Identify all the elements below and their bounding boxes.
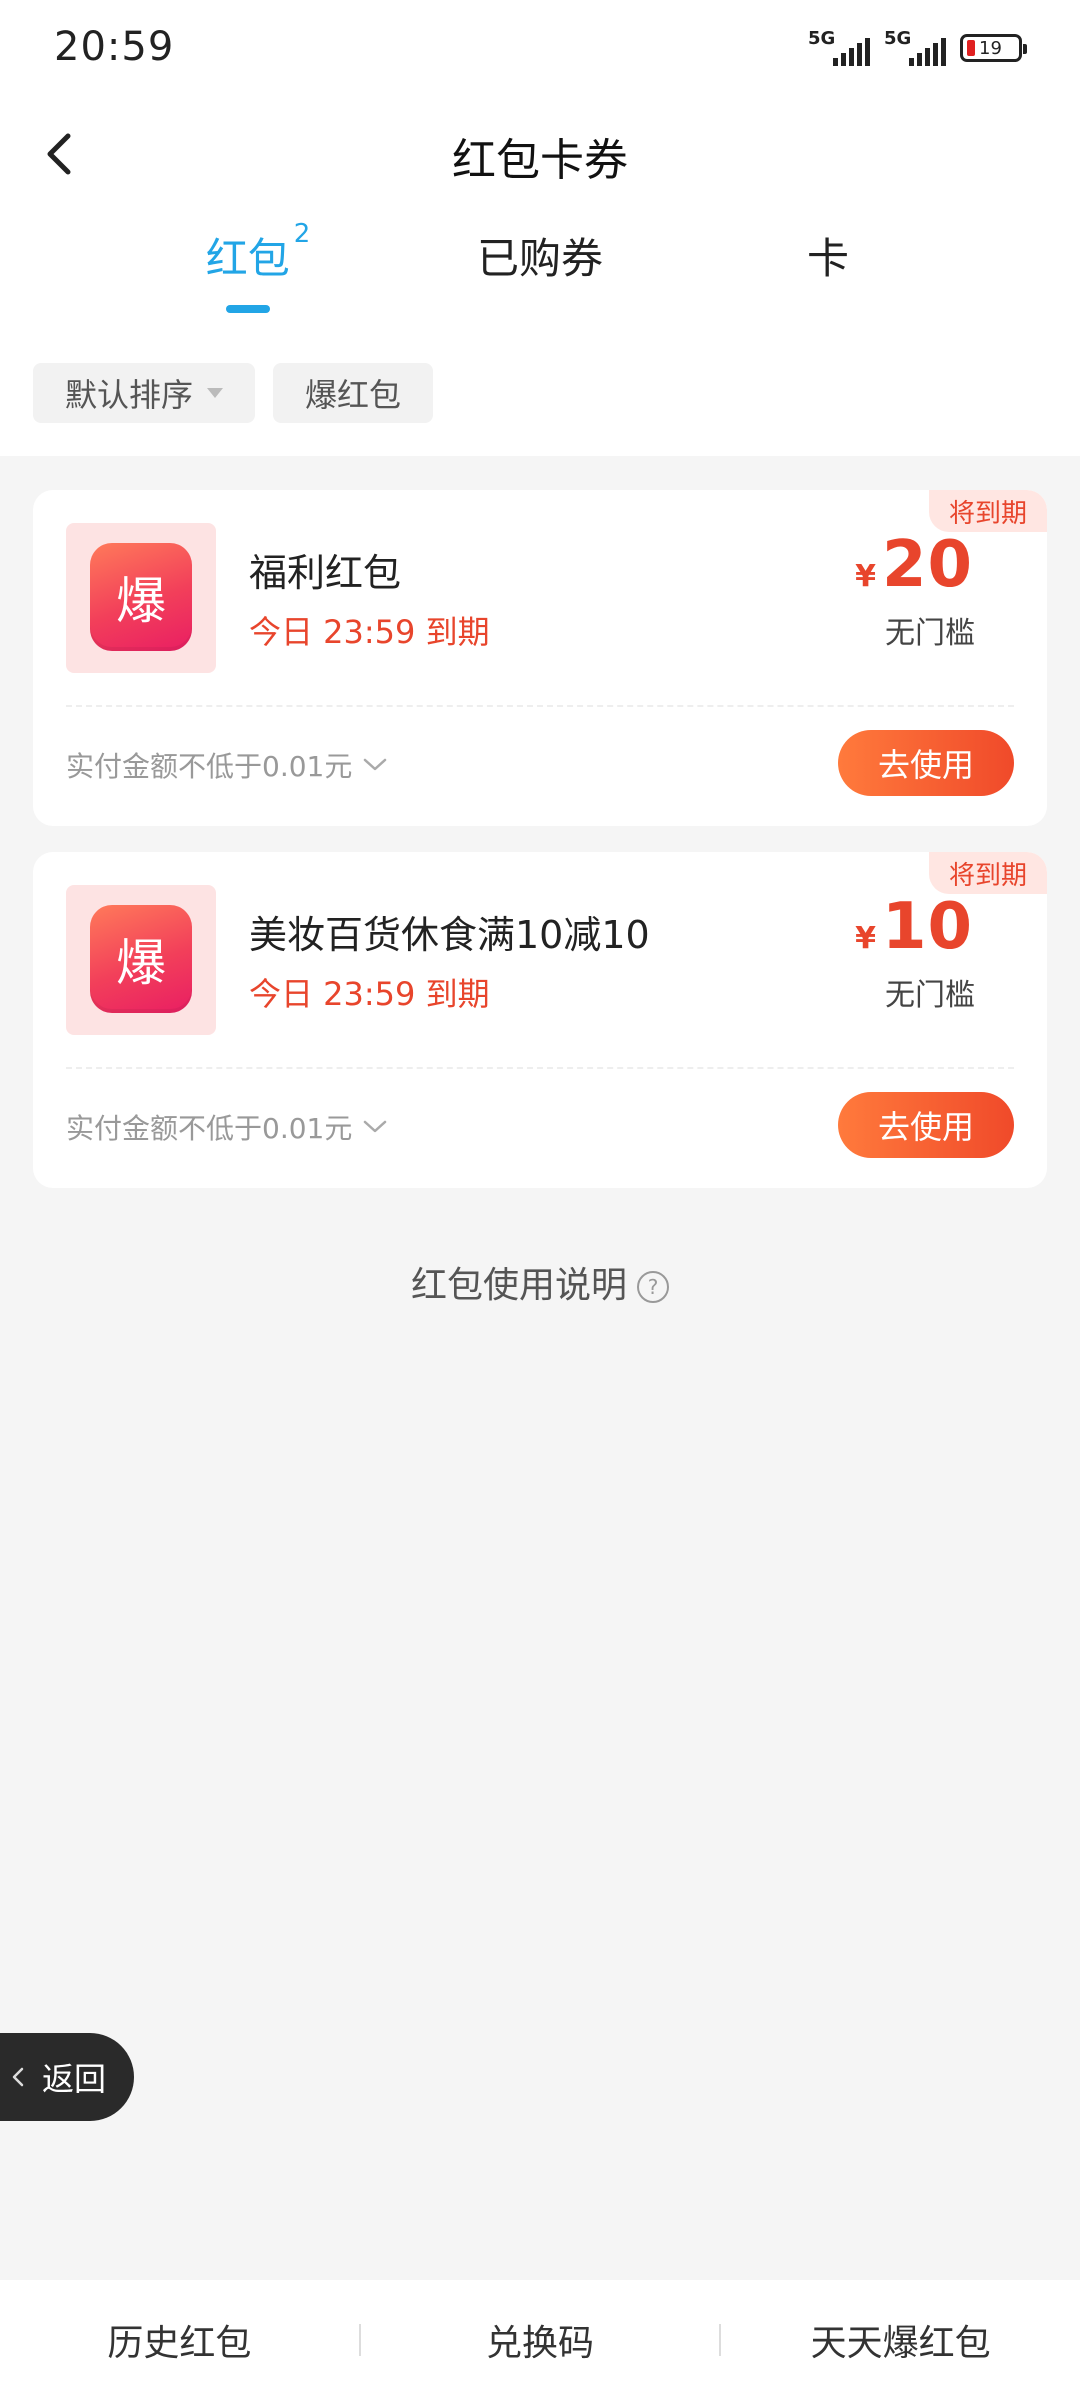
status-icons: 5G 5G 19: [808, 28, 1027, 68]
caret-down-icon: [207, 388, 224, 398]
coupon-amount: ¥10: [855, 890, 973, 964]
coupon-condition[interactable]: 实付金额不低于0.01元: [66, 745, 388, 785]
tab-label: 已购券: [476, 234, 604, 283]
usage-instructions-link[interactable]: 红包使用说明?: [0, 1256, 1080, 1308]
status-time: 20:59: [54, 24, 175, 70]
use-button[interactable]: 去使用: [838, 1092, 1014, 1158]
tab-indicator: [226, 305, 270, 313]
battery-level: 19: [979, 37, 1002, 59]
coupon-threshold: 无门槛: [885, 978, 975, 1013]
coupon-title: 福利红包: [249, 551, 402, 595]
amount-value: 20: [881, 528, 973, 602]
sort-label: 默认排序: [65, 376, 194, 414]
history-red-packets-link[interactable]: 历史红包: [0, 2314, 359, 2366]
coupon-condition[interactable]: 实付金额不低于0.01元: [66, 1107, 388, 1147]
tab-purchased-coupons[interactable]: 已购券: [477, 225, 603, 286]
coupon-card[interactable]: 将到期 爆 福利红包 今日 23:59 到期 ¥20 无门槛 实付金额不低于0.…: [33, 490, 1047, 826]
tab-red-packet[interactable]: 红包 2: [205, 219, 311, 286]
dashed-divider: [66, 1067, 1014, 1069]
tab-cards[interactable]: 卡: [807, 225, 849, 286]
expiring-badge: 将到期: [928, 490, 1047, 532]
tab-label: 红包: [205, 234, 290, 283]
tab-badge: 2: [293, 219, 311, 249]
condition-text: 实付金额不低于0.01元: [66, 1112, 353, 1145]
daily-hot-red-packet-link[interactable]: 天天爆红包: [721, 2314, 1080, 2366]
coupon-card[interactable]: 将到期 爆 美妆百货休食满10减10 今日 23:59 到期 ¥10 无门槛 实…: [33, 852, 1047, 1188]
filter-chip-hot[interactable]: 爆红包: [273, 363, 434, 423]
coupon-title: 美妆百货休食满10减10: [249, 913, 650, 957]
signal-icon: 5G: [884, 28, 946, 68]
coupon-thumbnail: 爆: [66, 523, 216, 673]
status-bar: 20:59 5G 5G 19: [0, 0, 1080, 100]
chevron-down-icon: [364, 1120, 387, 1133]
tab-label: 卡: [806, 234, 850, 283]
filter-label: 爆红包: [305, 376, 402, 414]
page-title: 红包卡券: [452, 135, 628, 186]
currency-symbol: ¥: [855, 559, 876, 594]
signal-label: 5G: [884, 28, 912, 49]
hot-logo-icon: 爆: [90, 905, 192, 1013]
signal-icon: 5G: [808, 28, 870, 68]
coupon-amount: ¥20: [855, 528, 973, 602]
dashed-divider: [66, 705, 1014, 707]
nav-bar: 红包卡券: [0, 110, 1080, 200]
coupon-threshold: 无门槛: [885, 616, 975, 651]
question-icon: ?: [637, 1271, 669, 1303]
filter-chips: 默认排序 爆红包: [33, 363, 434, 423]
floating-back-button[interactable]: 返回: [0, 2033, 134, 2121]
redeem-code-link[interactable]: 兑换码: [361, 2314, 720, 2366]
floating-back-label: 返回: [42, 2060, 107, 2098]
signal-label: 5G: [808, 28, 836, 49]
chevron-left-icon: [12, 2067, 24, 2087]
usage-label: 红包使用说明: [410, 1265, 627, 1306]
condition-text: 实付金额不低于0.01元: [66, 750, 353, 783]
battery-icon: 19: [960, 34, 1027, 62]
coupon-thumbnail: 爆: [66, 885, 216, 1035]
amount-value: 10: [881, 890, 973, 964]
hot-logo-icon: 爆: [90, 543, 192, 651]
expiring-badge: 将到期: [928, 852, 1047, 894]
sort-dropdown[interactable]: 默认排序: [33, 363, 256, 423]
use-button[interactable]: 去使用: [838, 730, 1014, 796]
coupon-expiry: 今日 23:59 到期: [249, 975, 490, 1013]
chevron-down-icon: [364, 758, 387, 771]
tab-bar: 红包 2 已购券 卡: [0, 219, 1080, 315]
bottom-bar: 历史红包 兑换码 天天爆红包: [0, 2280, 1080, 2400]
currency-symbol: ¥: [855, 921, 876, 956]
coupon-expiry: 今日 23:59 到期: [249, 613, 490, 651]
